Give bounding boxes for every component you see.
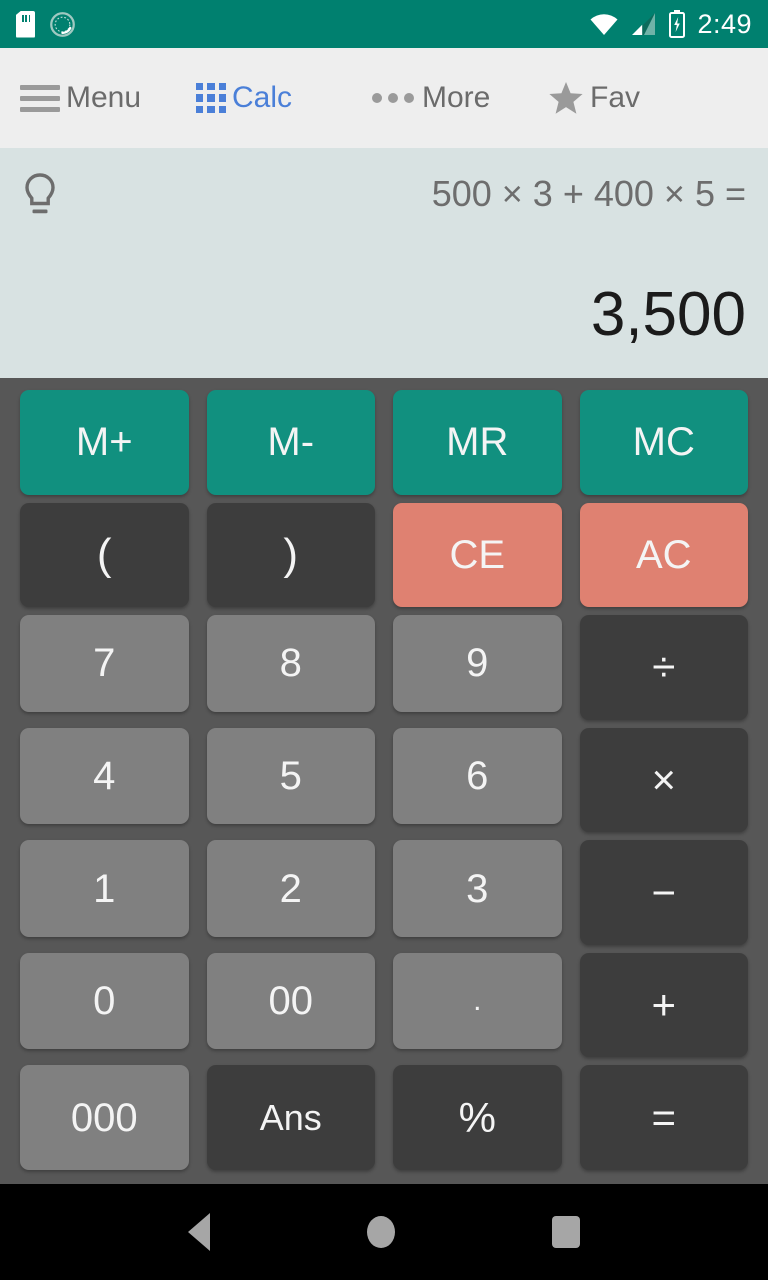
status-bar: 2:49 (0, 0, 768, 48)
status-bar-right-icons: 2:49 (589, 10, 752, 38)
key-decimal[interactable]: . (393, 952, 562, 1050)
key-7[interactable]: 7 (20, 615, 189, 712)
key-open-paren[interactable]: ( (20, 502, 189, 608)
signal-icon (631, 12, 657, 36)
key-5[interactable]: 5 (206, 727, 375, 825)
key-minus[interactable]: − (579, 840, 748, 945)
android-navigation-bar (0, 1184, 768, 1280)
key-8[interactable]: 8 (206, 615, 375, 712)
key-00[interactable]: 00 (206, 952, 375, 1050)
sync-circle-icon (49, 11, 76, 38)
toolbar-label-more: More (422, 81, 491, 114)
display-result: 3,500 (590, 280, 746, 349)
key-percent[interactable]: % (393, 1065, 562, 1171)
key-m-plus[interactable]: M+ (20, 390, 189, 495)
grid-apps-icon (196, 83, 226, 113)
lightbulb-icon[interactable] (22, 172, 58, 218)
toolbar-item-more[interactable]: More (372, 83, 548, 113)
toolbar-item-calc[interactable]: Calc (196, 83, 372, 113)
toolbar-item-menu[interactable]: Menu (20, 83, 196, 113)
sd-card-icon (16, 10, 35, 38)
key-000[interactable]: 000 (20, 1065, 189, 1171)
key-mr[interactable]: MR (393, 390, 562, 495)
keypad-row-123-minus: 1 2 3 − (20, 840, 748, 953)
toolbar-label-fav: Fav (590, 81, 641, 114)
key-3[interactable]: 3 (393, 840, 562, 937)
status-bar-left-icons (16, 10, 76, 38)
key-1[interactable]: 1 (20, 840, 189, 937)
wifi-icon (589, 13, 619, 36)
keypad-row-456-multiply: 4 5 6 × (20, 727, 748, 841)
calculator-display[interactable]: 500 × 3 + 400 × 5 = 3,500 (0, 148, 768, 378)
key-6[interactable]: 6 (393, 727, 562, 825)
key-divide[interactable]: ÷ (579, 615, 748, 720)
key-ac[interactable]: AC (579, 502, 748, 608)
key-9[interactable]: 9 (393, 615, 562, 712)
keypad-row-000-equals: 000 Ans % = (20, 1065, 748, 1178)
key-ans[interactable]: Ans (206, 1065, 375, 1171)
key-close-paren[interactable]: ) (206, 502, 375, 608)
key-m-minus[interactable]: M- (206, 390, 375, 495)
toolbar-item-fav[interactable]: Fav (548, 81, 708, 115)
keypad-row-zero-plus: 0 00 . + (20, 952, 748, 1066)
calculator-keypad: M+ M- MR MC ( ) CE AC 7 8 9 ÷ 4 5 6 × 1 … (0, 378, 768, 1184)
keypad-row-789-divide: 7 8 9 ÷ (20, 615, 748, 728)
key-mc[interactable]: MC (579, 390, 748, 495)
app-toolbar: Menu Calc More Fav (0, 48, 768, 148)
home-icon[interactable] (366, 1216, 395, 1248)
recents-icon[interactable] (551, 1216, 580, 1248)
battery-charging-icon (669, 10, 686, 38)
key-0[interactable]: 0 (20, 952, 189, 1050)
key-ce[interactable]: CE (393, 502, 562, 608)
display-expression: 500 × 3 + 400 × 5 = (431, 173, 746, 214)
key-plus[interactable]: + (579, 952, 748, 1058)
keypad-row-memory: M+ M- MR MC (20, 390, 748, 503)
star-icon (548, 81, 584, 115)
key-4[interactable]: 4 (20, 727, 189, 825)
toolbar-label-calc: Calc (232, 81, 293, 114)
key-2[interactable]: 2 (206, 840, 375, 937)
toolbar-label-menu: Menu (66, 81, 142, 114)
key-multiply[interactable]: × (579, 727, 748, 833)
back-icon[interactable] (188, 1213, 211, 1251)
display-top-row: 500 × 3 + 400 × 5 = (22, 172, 746, 218)
calculator-app-screen: 2:49 Menu Calc More Fav 500 × 3 + 400 × … (0, 0, 768, 1280)
hamburger-menu-icon (20, 84, 60, 112)
more-dots-icon (372, 92, 416, 104)
status-bar-clock: 2:49 (697, 8, 752, 39)
keypad-row-paren-clear: ( ) CE AC (20, 502, 748, 616)
key-equals[interactable]: = (579, 1065, 748, 1171)
